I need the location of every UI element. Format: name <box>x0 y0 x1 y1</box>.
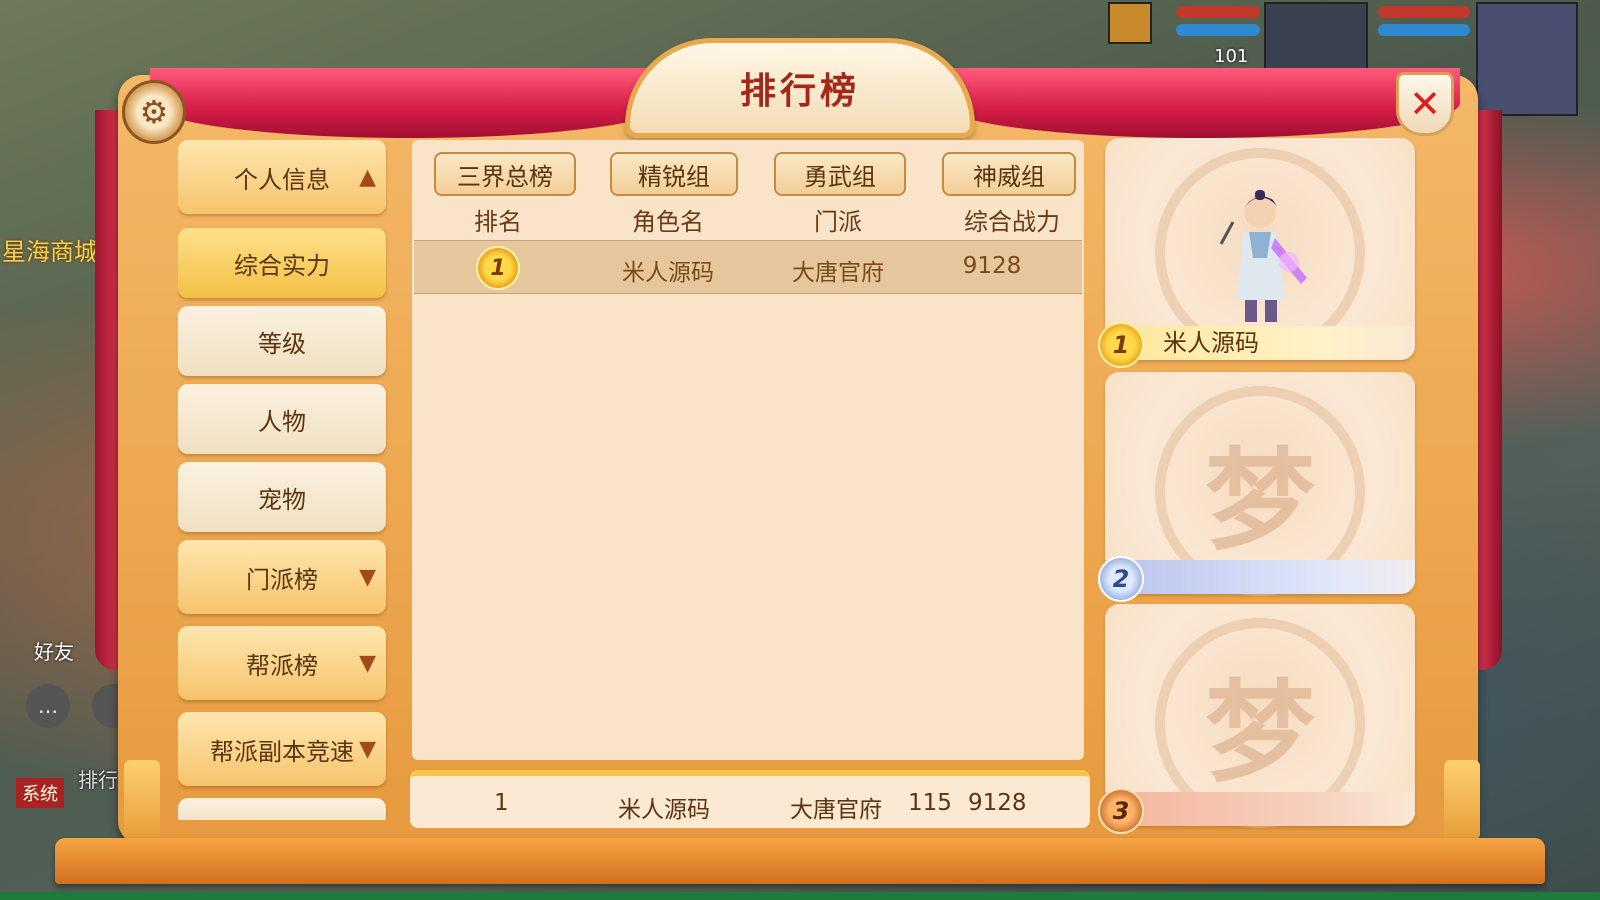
tab-divine-group[interactable]: 神威组 <box>942 152 1076 196</box>
podium-name: 米人源码 <box>1163 329 1259 357</box>
menu-next-item[interactable] <box>178 798 386 820</box>
header-rank: 排名 <box>474 208 522 236</box>
menu-label: 综合实力 <box>234 251 330 280</box>
row-rank: 1 <box>490 255 506 281</box>
emblem-glyph: 梦 <box>1205 437 1315 565</box>
tab-elite-group[interactable]: 精锐组 <box>610 152 738 196</box>
menu-pet[interactable]: 宠物 <box>178 462 386 532</box>
tab-label: 勇武组 <box>804 162 876 191</box>
badge-number: 1 <box>1112 331 1130 359</box>
character-sprite[interactable] <box>1215 188 1310 328</box>
row-name: 米人源码 <box>622 260 714 286</box>
my-rank: 1 <box>494 790 509 816</box>
menu-character[interactable]: 人物 <box>178 384 386 454</box>
chevron-down-icon: ▼ <box>359 650 376 676</box>
menu-label: 门派榜 <box>246 565 318 594</box>
podium-slot-2[interactable]: 梦 <box>1105 372 1415 596</box>
system-tag: 系统 <box>16 778 64 808</box>
pet-mp-bar <box>1176 24 1260 36</box>
podium-name-banner <box>1105 792 1415 826</box>
rank-1-badge-icon: 1 <box>1098 322 1144 368</box>
podium-slot-3[interactable]: 梦 <box>1105 604 1415 828</box>
badge-number: 2 <box>1112 565 1130 593</box>
page-title: 排行榜 <box>739 71 860 112</box>
gear-icon: ⚙ <box>139 93 169 131</box>
chat-icon[interactable]: … <box>26 684 70 728</box>
table-row[interactable]: 1 米人源码 大唐官府 9128 <box>414 240 1082 294</box>
header-power: 综合战力 <box>964 208 1060 236</box>
buff-icon[interactable] <box>1108 2 1152 44</box>
menu-label: 等级 <box>258 329 306 358</box>
right-post <box>1444 760 1480 840</box>
frame-base <box>55 838 1545 884</box>
tab-all-realms[interactable]: 三界总榜 <box>434 152 576 196</box>
ranking-panel: 三界总榜 精锐组 勇武组 神威组 排名 角色名 门派 综合战力 1 米人源码 大… <box>412 140 1084 760</box>
menu-school-ranking[interactable]: 门派榜 ▼ <box>178 540 386 614</box>
podium-name-banner <box>1105 560 1415 594</box>
emblem-glyph: 梦 <box>1205 669 1315 797</box>
player-hp-bar <box>1378 6 1470 18</box>
right-drape <box>940 68 1460 138</box>
experience-bar <box>0 892 1600 900</box>
my-name: 米人源码 <box>618 797 710 823</box>
gold-medal-icon: 1 <box>476 246 520 290</box>
title-plate: 排行榜 <box>625 38 975 138</box>
left-drape <box>150 68 670 138</box>
rank-3-badge-icon: 3 <box>1098 788 1144 834</box>
menu-guild-dungeon-race[interactable]: 帮派副本竞速 ▼ <box>178 712 386 786</box>
tab-label: 三界总榜 <box>457 162 553 191</box>
header-name: 角色名 <box>632 208 704 236</box>
pet-level: 101 <box>1214 46 1249 67</box>
tab-label: 精锐组 <box>638 162 710 191</box>
rank-2-badge-icon: 2 <box>1098 556 1144 602</box>
player-avatar[interactable] <box>1476 2 1578 116</box>
menu-label: 帮派榜 <box>246 651 318 680</box>
shop-label[interactable]: 星海商城 <box>2 232 98 267</box>
settings-button[interactable]: ⚙ <box>122 80 186 144</box>
tab-label: 神威组 <box>973 162 1045 191</box>
menu-guild-ranking[interactable]: 帮派榜 ▼ <box>178 626 386 700</box>
left-post <box>124 760 160 840</box>
my-ranking-row: 1 米人源码 大唐官府 115 9128 <box>410 770 1090 828</box>
my-level: 115 <box>908 790 952 816</box>
my-power: 9128 <box>968 790 1027 816</box>
menu-label: 宠物 <box>258 485 306 514</box>
menu-label: 人物 <box>258 407 306 436</box>
row-school: 大唐官府 <box>792 260 884 286</box>
badge-number: 3 <box>1112 797 1130 825</box>
chevron-down-icon: ▼ <box>359 736 376 762</box>
menu-label: 个人信息 <box>234 165 330 194</box>
header-school: 门派 <box>814 208 862 236</box>
category-menu: 个人信息 ▲ 综合实力 等级 人物 宠物 门派榜 ▼ 帮派榜 ▼ 帮派副本竞速 … <box>178 140 388 820</box>
ranking-chat-label: 排行 <box>78 768 118 792</box>
podium-name-banner: 米人源码 <box>1105 326 1415 360</box>
menu-overall-strength[interactable]: 综合实力 <box>178 228 386 298</box>
close-button[interactable]: ✕ <box>1396 72 1454 136</box>
row-power: 9128 <box>962 253 1022 279</box>
menu-personal-info[interactable]: 个人信息 ▲ <box>178 140 386 214</box>
pet-hp-bar <box>1176 6 1260 18</box>
chevron-down-icon: ▼ <box>359 564 376 590</box>
menu-level[interactable]: 等级 <box>178 306 386 376</box>
friends-label[interactable]: 好友 <box>34 636 74 665</box>
chevron-up-icon: ▲ <box>359 164 376 190</box>
close-icon: ✕ <box>1409 82 1441 126</box>
player-mp-bar <box>1378 24 1470 36</box>
tab-brave-group[interactable]: 勇武组 <box>774 152 906 196</box>
my-school: 大唐官府 <box>790 797 882 823</box>
menu-label: 帮派副本竞速 <box>210 737 354 766</box>
